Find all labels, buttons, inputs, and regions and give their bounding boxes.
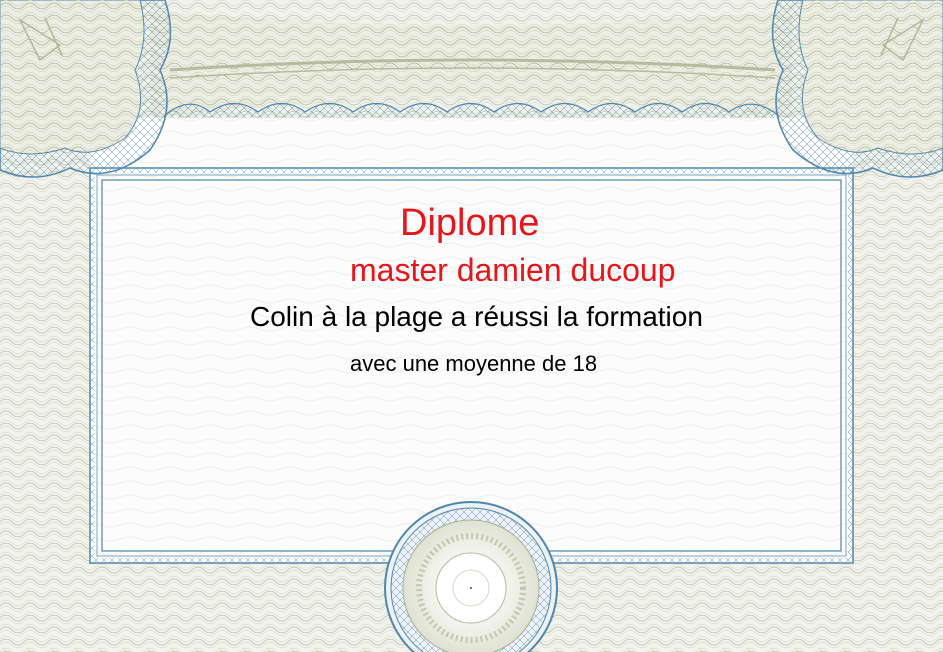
achievement-statement: Colin à la plage a réussi la formation [250, 301, 703, 332]
corner-ornament-top-right [771, 0, 943, 178]
corner-ornament-top-left [0, 0, 172, 178]
recipient-name: master damien ducoup [350, 252, 676, 288]
average-grade-line: avec une moyenne de 18 [350, 351, 598, 376]
diploma-title: Diplome [400, 202, 540, 244]
